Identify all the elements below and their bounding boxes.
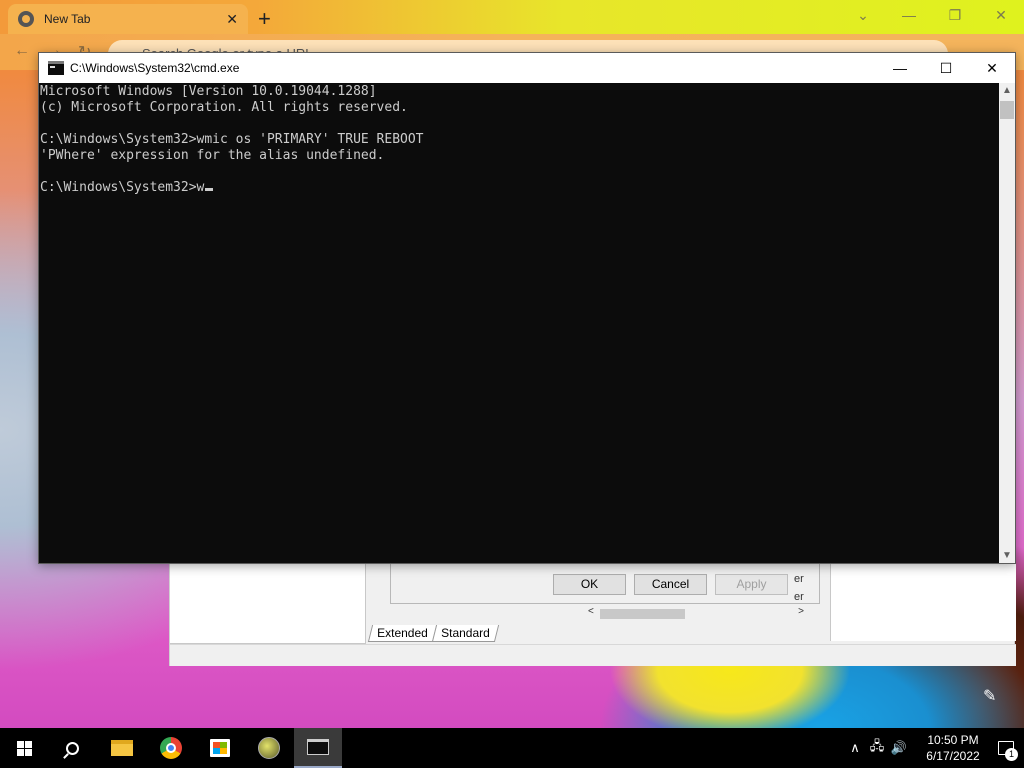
clock[interactable]: 10:50 PM 6/17/2022 [918, 732, 988, 764]
clock-time: 10:50 PM [927, 733, 979, 747]
status-bar [170, 644, 1016, 666]
tab-label: Standard [440, 626, 490, 640]
notification-count: 1 [1005, 748, 1018, 761]
ok-button[interactable]: OK [553, 574, 626, 595]
taskbar-store[interactable] [196, 728, 244, 768]
scroll-left-icon[interactable]: < [588, 606, 594, 617]
folder-icon [111, 740, 133, 756]
console-app-icon[interactable] [48, 61, 64, 75]
horizontal-scrollbar[interactable]: < > [585, 606, 807, 622]
background-properties-dialog: OK Cancel Apply er er < > Extended Stand… [169, 555, 1016, 666]
network-icon[interactable]: 🖧 [866, 737, 888, 759]
chrome-restore-button[interactable]: ❐ [932, 0, 978, 30]
row-text: er [794, 591, 804, 603]
row-text: er [794, 573, 804, 585]
console-output[interactable]: Microsoft Windows [Version 10.0.19044.12… [39, 83, 999, 563]
cancel-button[interactable]: Cancel [634, 574, 707, 595]
taskbar-app[interactable] [245, 728, 293, 768]
console-line: (c) Microsoft Corporation. All rights re… [40, 100, 408, 115]
back-icon[interactable]: ← [14, 42, 30, 60]
chrome-tab-new-tab[interactable]: New Tab ✕ [8, 4, 248, 34]
text-cursor [205, 188, 214, 191]
cmd-icon [307, 739, 329, 755]
minimize-button[interactable]: — [877, 53, 923, 83]
search-button[interactable] [48, 728, 96, 768]
chrome-caption-buttons: ⌄ — ❐ ✕ [840, 0, 1024, 30]
chevron-up-icon[interactable]: ∧ [844, 740, 866, 756]
console-line: Microsoft Windows [Version 10.0.19044.12… [40, 84, 377, 99]
chrome-minimize-button[interactable]: — [886, 0, 932, 30]
typed-input[interactable]: w [197, 180, 205, 195]
scrollbar-thumb[interactable] [600, 609, 685, 619]
tab-label: Extended [377, 626, 428, 640]
cmd-window: C:\Windows\System32\cmd.exe — ☐ ✕ Micros… [38, 52, 1016, 564]
scroll-up-icon[interactable]: ▲ [1002, 85, 1012, 96]
taskbar: ∧ 🖧 🔊 10:50 PM 6/17/2022 1 [0, 728, 1024, 768]
store-icon [210, 739, 230, 757]
taskbar-chrome[interactable] [147, 728, 195, 768]
taskbar-cmd[interactable] [294, 728, 342, 768]
clock-date: 6/17/2022 [926, 749, 980, 763]
right-pane [830, 556, 1016, 641]
tab-standard[interactable]: Standard [431, 625, 499, 642]
windows-logo-icon [16, 740, 32, 756]
chrome-close-button[interactable]: ✕ [978, 0, 1024, 30]
apply-button[interactable]: Apply [715, 574, 788, 595]
view-tabs: Extended Standard [367, 625, 499, 642]
new-tab-button[interactable]: + [258, 6, 271, 32]
app-icon [258, 737, 280, 759]
close-button[interactable]: ✕ [969, 53, 1015, 83]
vertical-scrollbar[interactable]: ▲ ▼ [999, 83, 1015, 563]
tab-extended[interactable]: Extended [367, 625, 437, 642]
window-title: C:\Windows\System32\cmd.exe [70, 61, 240, 75]
console-line: C:\Windows\System32>wmic os 'PRIMARY' TR… [40, 132, 424, 147]
notification-center-button[interactable]: 1 [988, 728, 1024, 768]
scroll-right-icon[interactable]: > [798, 606, 804, 617]
left-pane [170, 556, 366, 644]
command-prompt-line[interactable]: C:\Windows\System32>w [40, 180, 999, 196]
scroll-down-icon[interactable]: ▼ [1002, 550, 1012, 561]
truncated-column-text: er er [794, 570, 804, 606]
scrollbar-thumb[interactable] [1000, 101, 1014, 119]
tab-close-icon[interactable]: ✕ [226, 11, 238, 28]
pen-icon[interactable]: ✎ [983, 686, 996, 706]
search-icon [65, 741, 79, 755]
taskbar-file-explorer[interactable] [98, 728, 146, 768]
system-tray: ∧ 🖧 🔊 10:50 PM 6/17/2022 1 [844, 728, 1024, 768]
tab-search-icon[interactable]: ⌄ [840, 0, 886, 30]
volume-icon[interactable]: 🔊 [888, 740, 910, 756]
chrome-favicon-icon [18, 11, 34, 27]
cmd-caption-buttons: — ☐ ✕ [877, 53, 1015, 83]
maximize-button[interactable]: ☐ [923, 53, 969, 83]
chrome-tabstrip: New Tab ✕ + ⌄ — ❐ ✕ [0, 0, 1024, 34]
console-line: 'PWhere' expression for the alias undefi… [40, 148, 385, 163]
tab-title: New Tab [44, 12, 91, 26]
cmd-titlebar[interactable]: C:\Windows\System32\cmd.exe — ☐ ✕ [39, 53, 1015, 83]
start-button[interactable] [0, 728, 48, 768]
chrome-icon [160, 737, 182, 759]
prompt-text: C:\Windows\System32> [40, 180, 197, 195]
